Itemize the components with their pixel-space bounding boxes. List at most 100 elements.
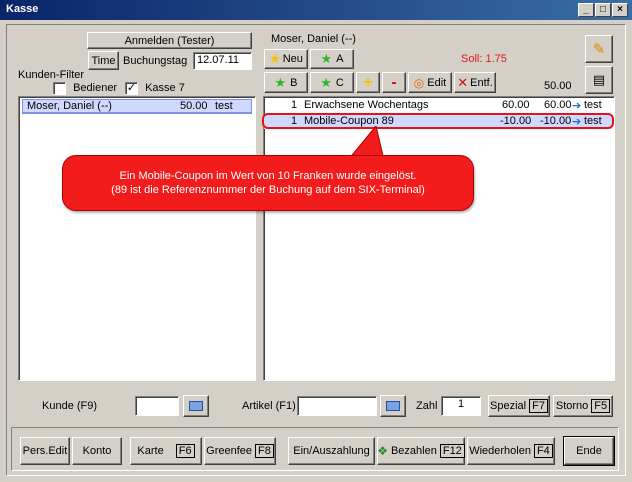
window-title: Kasse: [6, 3, 39, 15]
article-search-input[interactable]: [297, 396, 377, 416]
item-total: 60.00: [544, 99, 572, 111]
money-icon: ❖: [377, 444, 388, 458]
filter-bediener[interactable]: Bediener: [53, 82, 117, 95]
star-icon: ★: [274, 74, 287, 90]
booking-day-field[interactable]: 12.07.11: [193, 52, 252, 70]
cash-register-icon: ▤: [592, 72, 606, 87]
login-button-label: Anmelden (Tester): [124, 34, 215, 47]
edit-button-label: Edit: [427, 76, 447, 89]
a-button-label: A: [336, 53, 344, 65]
annotation-callout: Ein Mobile-Coupon im Wert von 10 Franken…: [62, 155, 474, 211]
repeat-button[interactable]: Wiederholen F4: [467, 437, 555, 465]
filter-kasse-checkbox[interactable]: ✓: [125, 82, 138, 95]
callout-line-2: (89 ist die Referenznummer der Buchung a…: [111, 184, 425, 196]
new-button[interactable]: ★ Neu: [264, 49, 308, 69]
pencil-icon: ✎: [592, 41, 606, 58]
b-button[interactable]: ★ B: [264, 72, 308, 93]
customer-lookup-button[interactable]: [183, 395, 209, 417]
article-lookup-button[interactable]: [380, 395, 406, 417]
card-button[interactable]: Karte F6: [130, 437, 202, 465]
greenfee-key: F8: [255, 444, 274, 458]
login-button[interactable]: Anmelden (Tester): [87, 32, 252, 49]
filter-bediener-checkbox[interactable]: [53, 82, 66, 95]
star-icon: ★: [320, 74, 332, 90]
filter-kasse-label: Kasse 7: [145, 82, 185, 95]
item-price: 60.00: [502, 99, 530, 111]
highlight-ring: [262, 113, 614, 129]
repeat-key: F4: [533, 444, 553, 458]
delete-button[interactable]: ✕ Entf.: [454, 72, 496, 93]
delete-icon: ✕: [457, 74, 469, 90]
callout-line-1: Ein Mobile-Coupon im Wert von 10 Franken…: [119, 170, 417, 182]
greenfee-button[interactable]: Greenfee F8: [204, 437, 276, 465]
order-list[interactable]: 1 Erwachsene Wochentags 60.00 60.00 ➔ te…: [263, 96, 615, 381]
tool-pencil-button[interactable]: ✎: [585, 35, 613, 63]
storno-button[interactable]: Storno F5: [553, 395, 613, 417]
lookup-icon: [386, 401, 400, 411]
new-button-label: Neu: [282, 53, 303, 65]
close-icon[interactable]: ×: [612, 3, 628, 17]
current-customer-name: Moser, Daniel (--): [271, 33, 356, 45]
c-button[interactable]: ★ C: [310, 72, 354, 93]
list-item[interactable]: Moser, Daniel (--) 50.00 test: [22, 99, 252, 114]
lookup-icon: [189, 401, 203, 411]
star-icon: ★: [269, 51, 281, 66]
pers-edit-button[interactable]: Pers.Edit: [20, 437, 70, 465]
customer-amount: 50.00: [180, 100, 208, 112]
time-button-label: Time: [91, 54, 116, 67]
pay-button[interactable]: ❖ Bezahlen F12: [377, 437, 465, 465]
customer-filter-label: Kunden-Filter: [18, 69, 85, 81]
card-key: F6: [175, 444, 195, 458]
cash-register-button[interactable]: ▤: [585, 66, 613, 94]
quantity-label: Zahl: [416, 400, 438, 412]
plus-icon: +: [363, 73, 373, 91]
delete-button-label: Entf.: [470, 76, 493, 89]
quantity-input[interactable]: 1: [441, 396, 481, 416]
filter-bediener-label: Bediener: [73, 82, 118, 95]
customer-list[interactable]: Moser, Daniel (--) 50.00 test: [18, 96, 256, 381]
card-label: Karte: [137, 445, 164, 457]
edit-icon: ◎: [413, 75, 425, 90]
filter-kasse[interactable]: ✓ Kasse 7: [125, 82, 185, 95]
special-button[interactable]: Spezial F7: [488, 395, 550, 417]
payin-payout-label: Ein/Auszahlung: [293, 445, 370, 457]
storno-button-label: Storno: [555, 400, 589, 412]
pay-key: F12: [439, 444, 465, 458]
special-button-label: Spezial: [490, 400, 527, 412]
account-label: Konto: [82, 445, 112, 457]
customer-user: test: [215, 100, 233, 112]
customer-search-label: Kunde (F9): [42, 400, 98, 412]
window-titlebar: Kasse _ □ ×: [0, 0, 632, 20]
minus-icon: -: [391, 73, 397, 91]
article-search-label: Artikel (F1): [242, 400, 296, 412]
booking-day-label: Buchungstag: [123, 55, 188, 67]
item-qty: 1: [291, 99, 298, 111]
special-button-key: F7: [529, 399, 548, 413]
c-button-label: C: [335, 76, 344, 89]
minus-button[interactable]: -: [382, 72, 406, 93]
minimize-icon[interactable]: _: [578, 3, 594, 17]
customer-name: Moser, Daniel (--): [27, 100, 112, 112]
account-button[interactable]: Konto: [72, 437, 122, 465]
storno-button-key: F5: [591, 399, 611, 413]
repeat-label: Wiederholen: [469, 445, 531, 457]
pers-edit-label: Pers.Edit: [22, 445, 68, 457]
soll-amount: Soll: 1.75: [461, 53, 507, 65]
table-row[interactable]: 1 Erwachsene Wochentags 60.00 60.00 ➔ te…: [264, 99, 612, 113]
item-desc: Erwachsene Wochentags: [304, 99, 429, 111]
pay-label: Bezahlen: [390, 445, 437, 457]
time-button[interactable]: Time: [88, 51, 119, 70]
b-button-label: B: [290, 76, 298, 89]
star-icon: ★: [320, 51, 333, 66]
customer-search-input[interactable]: [135, 396, 179, 416]
a-button[interactable]: ★ A: [310, 49, 354, 69]
exit-label: Ende: [576, 445, 602, 457]
edit-button[interactable]: ◎ Edit: [408, 72, 452, 93]
plus-button[interactable]: +: [356, 72, 380, 93]
payin-payout-button[interactable]: Ein/Auszahlung: [288, 437, 375, 465]
greenfee-label: Greenfee: [206, 445, 253, 457]
order-total: 50.00: [544, 80, 572, 92]
exit-button[interactable]: Ende: [563, 436, 615, 466]
item-user: test: [584, 99, 602, 111]
maximize-icon[interactable]: □: [595, 3, 611, 17]
